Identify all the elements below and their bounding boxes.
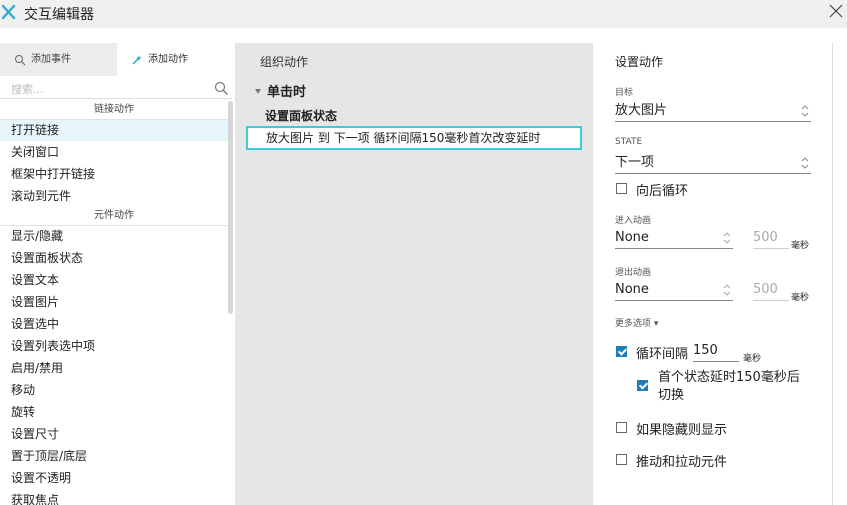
enter-animation-value: None [615,230,649,245]
search-icon[interactable] [214,81,229,96]
exit-animation-label: 退出动画 [615,268,652,278]
event-label: 单击时 [267,85,307,100]
selected-action-row[interactable]: 放大图片 到 下一项 循环间隔150毫秒首次改变延时 [246,126,582,150]
list-item-enable-disable[interactable]: 启用/禁用 [0,357,228,379]
target-value: 放大图片 [615,103,668,118]
repeat-interval-input[interactable]: 150 [693,340,739,362]
enter-animation-label: 进入动画 [615,216,652,226]
wrap-label: 向后循环 [636,184,689,199]
list-item-set-size[interactable]: 设置尺寸 [0,423,228,445]
exit-duration-value: 500 [753,282,778,297]
add-action-icon [132,55,142,65]
list-item-open-in-frame[interactable]: 框架中打开链接 [0,163,228,185]
first-delay-line-2: 切换 [658,388,685,403]
list-item-focus[interactable]: 获取焦点 [0,489,228,505]
organize-actions-title: 组织动作 [260,55,309,69]
list-item-set-selected[interactable]: 设置选中 [0,313,228,335]
window-title: 交互编辑器 [24,7,94,23]
left-scrollbar[interactable] [228,101,233,314]
search-input[interactable]: 搜索... [0,79,232,99]
target-label: 目标 [615,88,634,98]
list-item-set-list-selected[interactable]: 设置列表选中项 [0,335,228,357]
tab-add-event[interactable]: 添加事件 [0,43,117,76]
list-item-set-text[interactable]: 设置文本 [0,269,228,291]
exit-animation-value: None [615,282,649,297]
exit-duration-input[interactable]: 500 [753,279,789,301]
exit-duration-unit: 毫秒 [791,293,810,303]
list-item-show-hide[interactable]: 显示/隐藏 [0,225,228,247]
list-item-rotate[interactable]: 旋转 [0,401,228,423]
exit-animation-select[interactable]: None [615,279,733,301]
enter-duration-input[interactable]: 500 [753,227,789,249]
repeat-label: 循环间隔 [636,347,689,362]
list-item-set-opacity[interactable]: 设置不透明 [0,467,228,489]
repeat-checkbox[interactable] [616,346,627,357]
section-widget-actions: 元件动作 [0,207,228,226]
tab-add-action-label: 添加动作 [148,54,188,65]
first-delay-line-1: 首个状态延时150毫秒后 [658,370,800,385]
search-placeholder: 搜索... [11,83,44,96]
repeat-interval-unit: 毫秒 [743,354,762,364]
updown-arrow-icon [723,284,731,296]
tab-add-action[interactable]: 添加动作 [117,43,235,76]
middle-panel: 组织动作 单击时 设置面板状态 放大图片 到 下一项 循环间隔150毫秒首次改变… [235,43,593,505]
updown-arrow-icon [801,105,809,117]
event-onclick[interactable]: 单击时 [255,81,306,100]
list-item-move[interactable]: 移动 [0,379,228,401]
first-delay-label: 首个状态延时150毫秒后 切换 [658,369,800,405]
first-delay-checkbox[interactable] [637,380,648,391]
wrap-checkbox[interactable] [616,183,627,194]
close-icon[interactable] [829,4,843,18]
list-item-set-panel-state[interactable]: 设置面板状态 [0,247,228,269]
left-panel: 添加事件 添加动作 搜索... 链接动作 打开链接 关闭窗口 框架中打开链接 滚… [0,43,235,505]
push-pull-checkbox[interactable] [616,454,627,465]
repeat-interval-value: 150 [693,343,718,358]
section-link-actions: 链接动作 [0,101,228,120]
updown-arrow-icon [801,157,809,169]
configure-action-title: 设置动作 [615,55,664,69]
enter-duration-value: 500 [753,230,778,245]
list-item-open-link[interactable]: 打开链接 [0,119,228,141]
tab-bar: 添加事件 添加动作 [0,43,235,76]
list-item-scroll-to-widget[interactable]: 滚动到元件 [0,185,228,207]
updown-arrow-icon [723,232,731,244]
collapse-triangle-icon[interactable] [255,89,261,94]
state-value: 下一项 [615,155,655,170]
right-panel: 设置动作 目标 放大图片 STATE 下一项 向后循环 进入动画 None 50… [593,43,833,505]
tab-add-event-label: 添加事件 [31,54,71,65]
list-item-bring-front-back[interactable]: 置于顶层/底层 [0,445,228,467]
target-select[interactable]: 放大图片 [615,100,811,122]
list-item-set-image[interactable]: 设置图片 [0,291,228,313]
enter-duration-unit: 毫秒 [791,241,810,251]
state-label: STATE [615,137,643,147]
more-options-toggle[interactable]: 更多选项 ▾ [615,316,658,329]
title-bar: 交互编辑器 [0,0,847,28]
enter-animation-select[interactable]: None [615,227,733,249]
state-select[interactable]: 下一项 [615,152,811,174]
show-if-hidden-checkbox[interactable] [616,422,627,433]
show-if-hidden-label: 如果隐藏则显示 [636,423,728,438]
app-logo-icon [2,4,16,20]
push-pull-label: 推动和拉动元件 [636,455,728,470]
list-item-close-window[interactable]: 关闭窗口 [0,141,228,163]
action-list: 链接动作 打开链接 关闭窗口 框架中打开链接 滚动到元件 元件动作 显示/隐藏 … [0,101,228,505]
case-label[interactable]: 设置面板状态 [265,107,337,124]
add-event-icon [15,55,26,66]
